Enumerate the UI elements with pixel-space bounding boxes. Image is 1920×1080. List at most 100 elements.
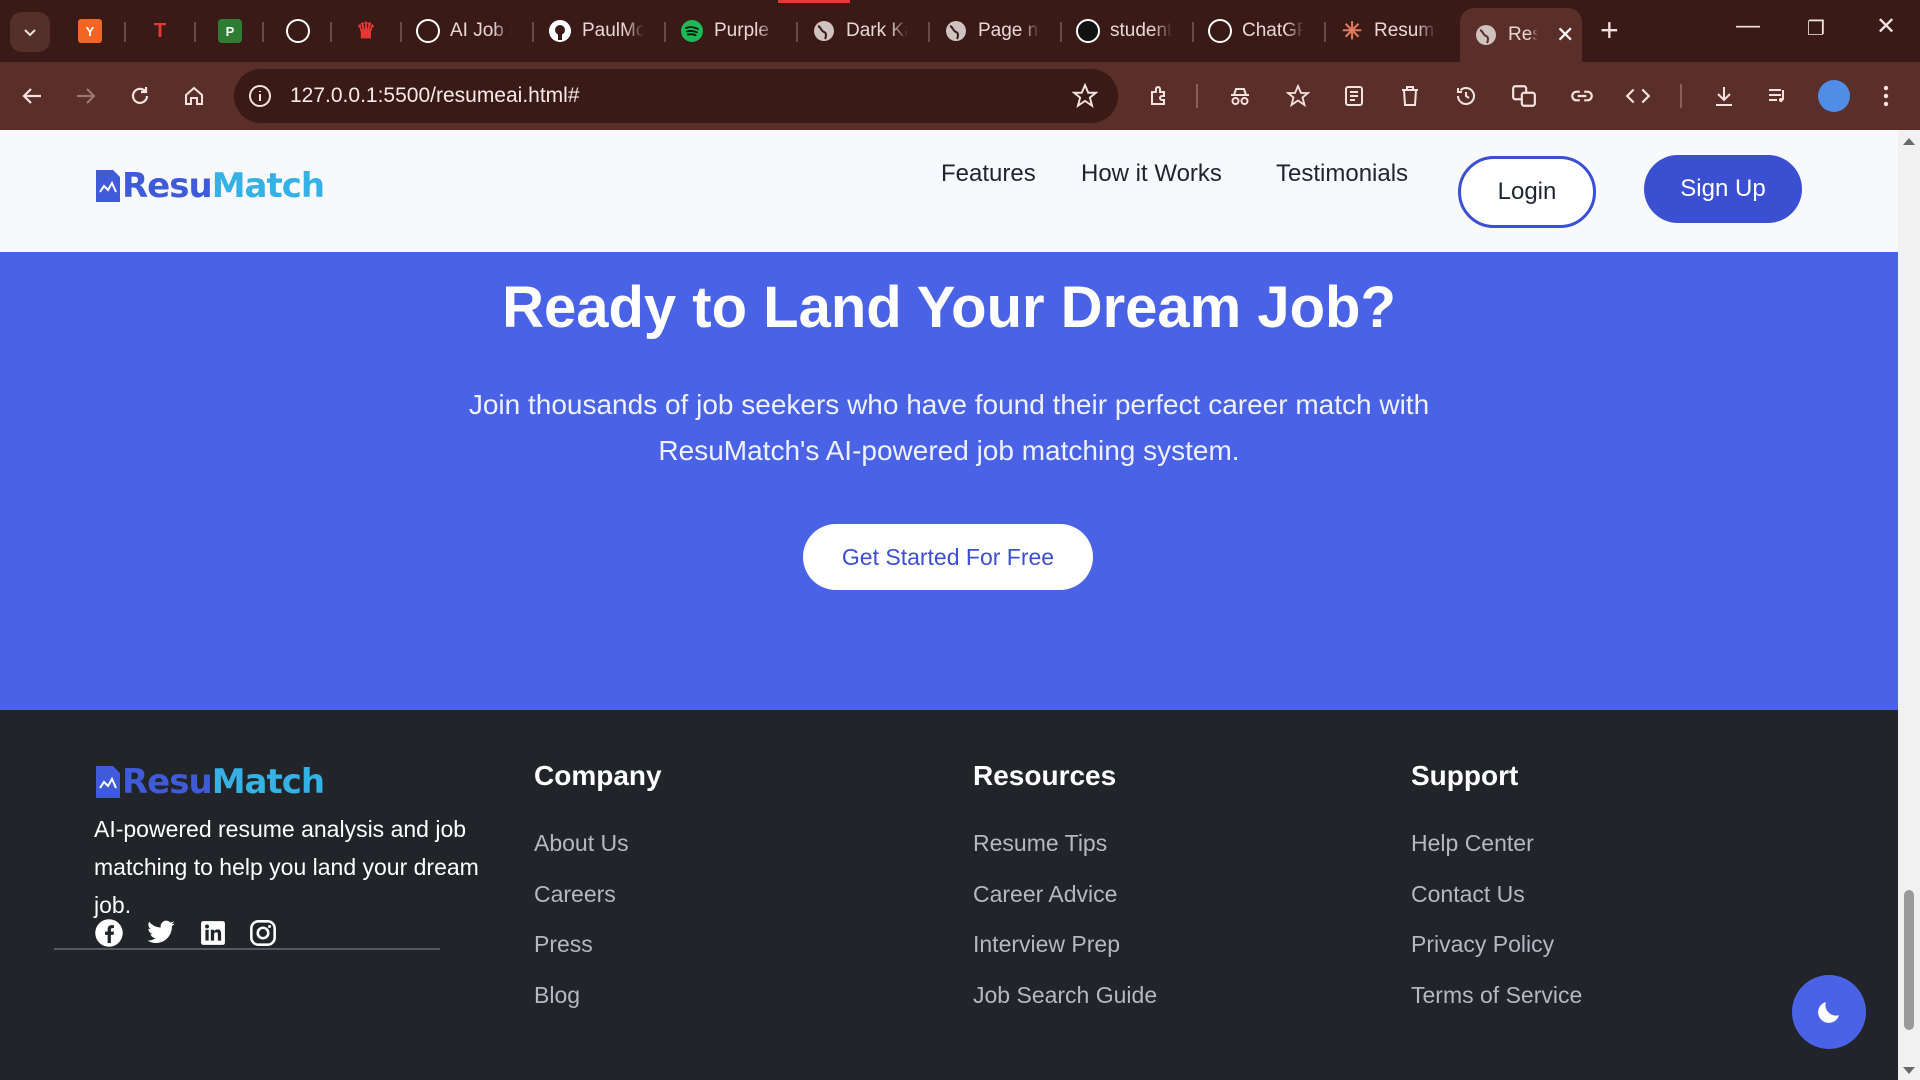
footer-link-interview-prep[interactable]: Interview Prep [973,931,1120,958]
linkedin-icon[interactable] [198,918,228,948]
back-button[interactable] [14,78,50,114]
globe-icon [946,21,966,41]
nav-features-link[interactable]: Features [941,160,1036,188]
forward-button[interactable] [68,78,104,114]
tab-8[interactable]: Dark Ka [798,10,926,52]
facebook-icon[interactable] [94,918,124,948]
tab-title: Resume [1374,20,1436,41]
globe-icon [1476,25,1496,45]
twitter-icon[interactable] [146,918,176,948]
tab-title: Res [1508,24,1538,45]
tab-0[interactable]: Y [64,10,120,52]
logo-text-match: Match [211,166,325,206]
new-tab-button[interactable]: + [1600,14,1619,46]
tab-10[interactable]: student [1062,10,1190,52]
toolbar-separator [1196,84,1198,108]
translate-button[interactable] [1506,78,1542,114]
restore-button[interactable]: ❐ [1796,16,1836,41]
incognito-extension-button[interactable] [1222,78,1258,114]
tab-7[interactable]: Purple I [666,10,794,52]
spotify-icon [681,20,703,42]
tab-title: Dark Ka [846,20,908,41]
tab-separator [262,22,264,42]
star-list-icon [1286,84,1310,108]
extensions-button[interactable] [1142,78,1178,114]
cta-title: Ready to Land Your Dream Job? [502,275,1396,340]
menu-button[interactable] [1868,78,1904,114]
toolbar-separator [1680,84,1682,108]
scroll-down-arrow-icon[interactable] [1903,1067,1915,1074]
scroll-up-arrow-icon[interactable] [1903,138,1915,145]
instagram-icon[interactable] [248,918,278,948]
media-controls-button[interactable] [1760,78,1796,114]
tab-2[interactable]: P [204,10,260,52]
tab-9[interactable]: Page no [930,10,1058,52]
tab-12[interactable]: ✳ Resume [1326,10,1454,52]
reload-button[interactable] [122,78,158,114]
footer-link-job-search-guide[interactable]: Job Search Guide [973,982,1157,1009]
footer-link-blog[interactable]: Blog [534,982,580,1009]
footer-link-help-center[interactable]: Help Center [1411,830,1534,857]
devtools-button[interactable] [1620,78,1656,114]
footer-link-career-advice[interactable]: Career Advice [973,881,1117,908]
arrow-right-icon [77,88,96,104]
globe-icon [814,21,834,41]
scrollbar-thumb[interactable] [1904,890,1914,1030]
footer-link-careers[interactable]: Careers [534,881,616,908]
tab-5[interactable]: AI Job M [402,10,530,52]
page-scrollbar[interactable] [1898,130,1920,1080]
close-icon[interactable]: ✕ [1556,22,1574,48]
delete-button[interactable] [1392,78,1428,114]
tab-1[interactable]: T [134,10,190,52]
nav-testimonials-link[interactable]: Testimonials [1276,160,1408,188]
logo-text-match: Match [211,762,325,802]
tab-separator [330,22,332,42]
footer-link-about-us[interactable]: About Us [534,830,629,857]
footer-link-resume-tips[interactable]: Resume Tips [973,830,1107,857]
logo-text-resu: Resu [122,762,213,802]
tab-title: AI Job M [450,20,512,41]
footer-link-contact-us[interactable]: Contact Us [1411,881,1525,908]
tab-title: PaulMcl [582,20,644,41]
tab-search-button[interactable] [10,12,50,52]
signup-button[interactable]: Sign Up [1644,155,1802,223]
site-footer: Resu Match AI-powered resume analysis and… [0,710,1898,1080]
reload-icon [131,87,149,104]
resume-document-icon [96,170,120,202]
claude-icon: ✳ [1341,17,1363,45]
tab-6[interactable]: PaulMcl [534,10,662,52]
translate-icon [1512,85,1536,107]
footer-logo[interactable]: Resu Match [94,762,325,802]
downloads-button[interactable] [1706,78,1742,114]
nav-how-it-works-link[interactable]: How it Works [1081,160,1222,188]
url-text[interactable]: 127.0.0.1:5500/resumeai.html# [290,84,580,108]
profile-avatar[interactable] [1818,80,1850,112]
tab-11[interactable]: ChatGP [1194,10,1322,52]
footer-link-privacy-policy[interactable]: Privacy Policy [1411,931,1554,958]
site-info-icon[interactable] [248,84,272,108]
y-combinator-icon: Y [78,19,102,43]
dark-mode-toggle-button[interactable] [1792,975,1866,1049]
more-vertical-icon [1883,85,1889,107]
get-started-button[interactable]: Get Started For Free [803,524,1093,590]
close-window-button[interactable]: ✕ [1866,12,1906,41]
audio-playing-indicator [778,0,850,3]
login-button[interactable]: Login [1458,156,1596,228]
history-button[interactable] [1448,78,1484,114]
footer-link-terms-of-service[interactable]: Terms of Service [1411,982,1582,1009]
copy-link-button[interactable] [1564,78,1600,114]
footer-link-press[interactable]: Press [534,931,593,958]
favorites-button[interactable] [1280,78,1316,114]
home-button[interactable] [176,78,212,114]
logo-text-resu: Resu [122,166,213,206]
site-logo[interactable]: Resu Match [94,166,325,206]
download-icon [1716,87,1732,106]
bookmark-star-icon[interactable] [1072,83,1098,109]
tab-4[interactable]: ♛ [340,10,396,52]
tab-3[interactable] [272,10,328,52]
reading-list-button[interactable] [1336,78,1372,114]
tab-13-active[interactable]: Res ✕ [1460,8,1582,62]
address-bar[interactable]: 127.0.0.1:5500/resumeai.html# [234,69,1118,123]
minimize-button[interactable]: — [1728,12,1768,40]
p-logo-icon: P [218,19,242,43]
